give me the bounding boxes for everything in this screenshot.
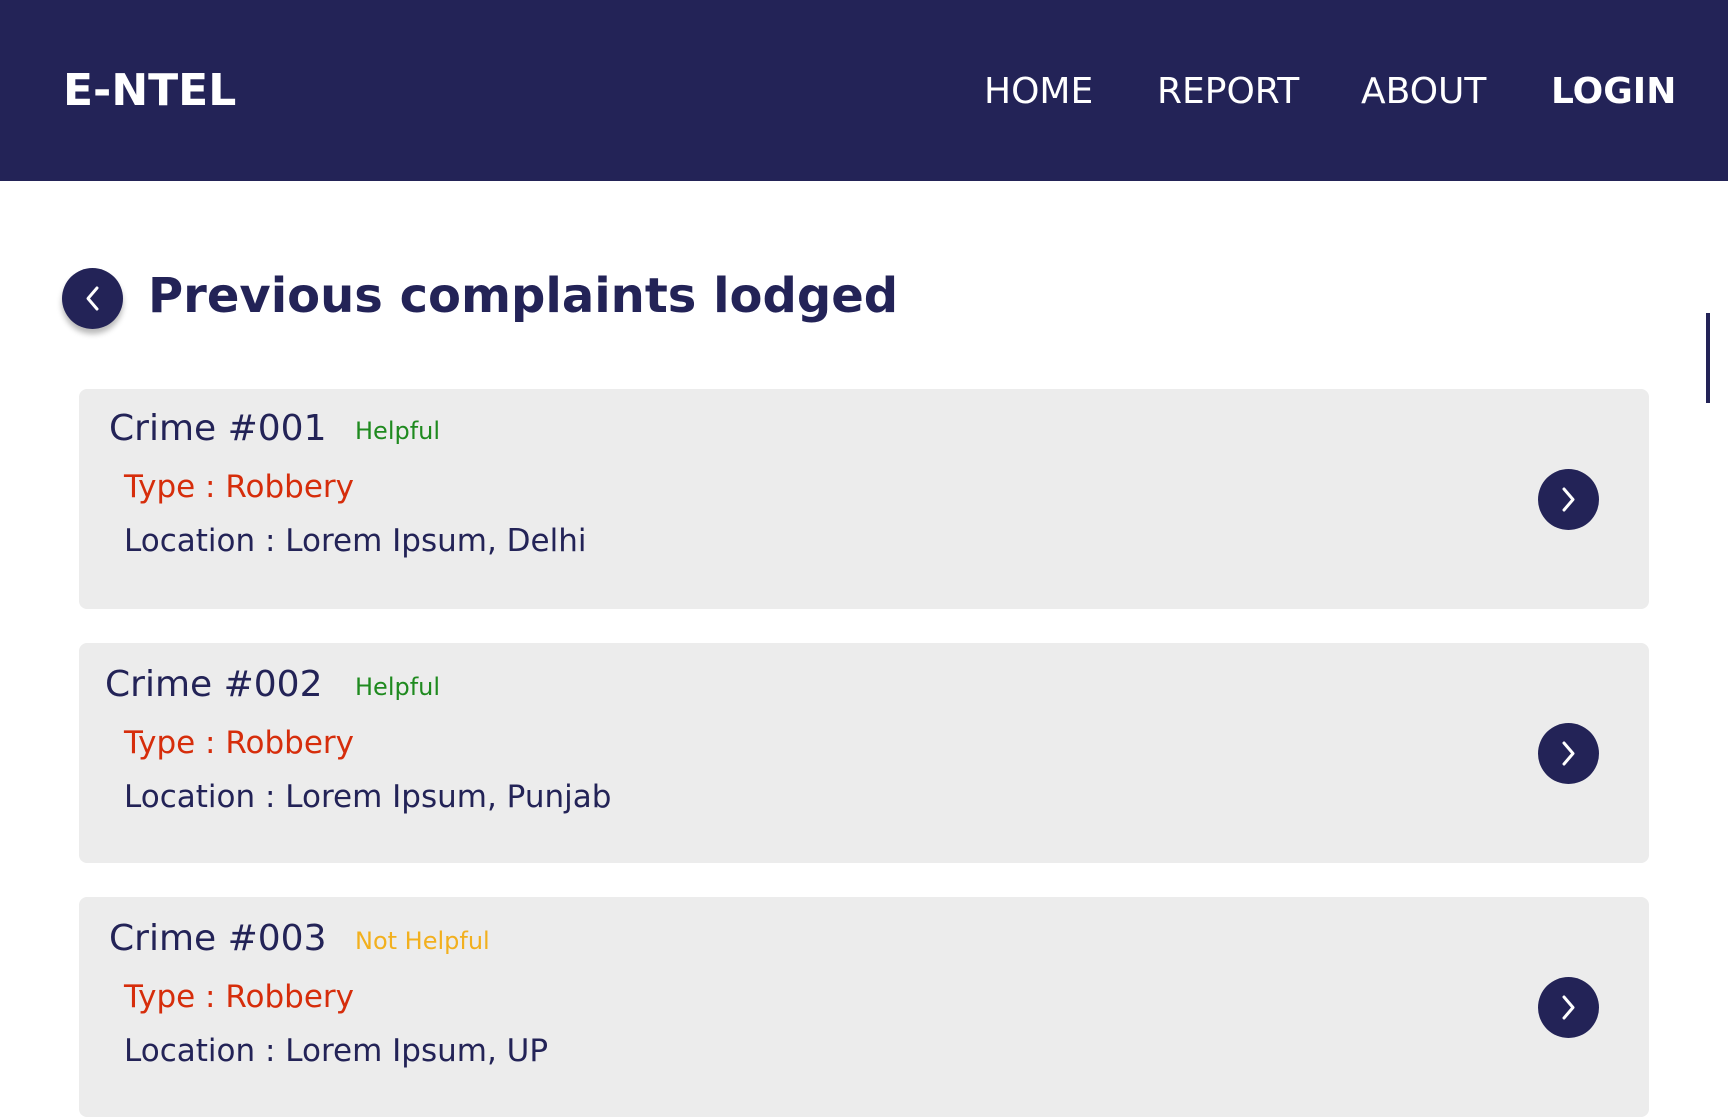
status-badge: Helpful [355,673,441,701]
complaint-type: Type : Robbery [124,979,354,1015]
open-complaint-button[interactable] [1538,723,1599,784]
open-complaint-button[interactable] [1538,977,1599,1038]
complaint-title: Crime #003 [109,918,327,959]
top-navigation-bar: E-NTEL HOME REPORT ABOUT LOGIN [0,0,1728,181]
complaint-card[interactable]: Crime #003 Not Helpful Type : Robbery Lo… [79,897,1649,1117]
complaint-title: Crime #002 [105,664,323,705]
status-badge: Not Helpful [355,927,490,955]
complaint-location: Location : Lorem Ipsum, Punjab [124,779,612,815]
complaint-type: Type : Robbery [124,725,354,761]
site-logo[interactable]: E-NTEL [63,62,236,120]
chevron-left-icon [86,286,99,311]
back-button[interactable] [62,268,123,329]
status-badge: Helpful [355,417,441,445]
complaint-location: Location : Lorem Ipsum, Delhi [124,523,587,559]
scrollbar-thumb[interactable] [1706,313,1710,403]
nav-home[interactable]: HOME [984,70,1093,114]
nav-about[interactable]: ABOUT [1361,70,1486,114]
complaint-title: Crime #001 [109,408,327,449]
chevron-right-icon [1562,487,1575,512]
open-complaint-button[interactable] [1538,469,1599,530]
complaint-type: Type : Robbery [124,469,354,505]
complaint-card[interactable]: Crime #002 Helpful Type : Robbery Locati… [79,643,1649,863]
chevron-right-icon [1562,995,1575,1020]
nav-login[interactable]: LOGIN [1551,70,1676,114]
complaint-card[interactable]: Crime #001 Helpful Type : Robbery Locati… [79,389,1649,609]
chevron-right-icon [1562,741,1575,766]
complaint-location: Location : Lorem Ipsum, UP [124,1033,549,1069]
nav-report[interactable]: REPORT [1157,70,1299,114]
page-title: Previous complaints lodged [148,268,899,324]
